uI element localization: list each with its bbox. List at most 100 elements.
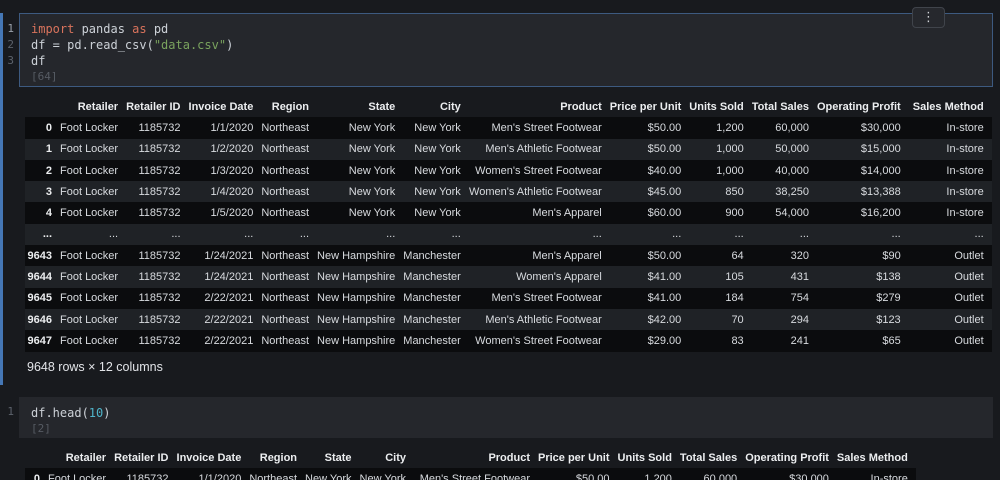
table-cell: Manchester	[403, 334, 461, 347]
code-token: df = pd.read_csv(	[31, 38, 154, 52]
table-cell: ...	[451, 228, 461, 241]
table-cell: 1185732	[138, 121, 181, 134]
execution-count-1: [64]	[31, 70, 58, 83]
dataframe-shape-summary: 9648 rows × 12 columns	[27, 360, 163, 374]
table-cell: 850	[725, 185, 744, 198]
code-editor-2[interactable]: df.head(10)	[20, 398, 992, 421]
table-cell: Men's Apparel	[532, 207, 602, 220]
code-cell-2[interactable]: df.head(10) [2]	[19, 397, 993, 438]
table-cell: 1/24/2021	[204, 249, 254, 262]
line-number: 1	[7, 22, 14, 35]
table-cell: 754	[790, 292, 809, 305]
table-cell: 900	[725, 207, 744, 220]
table-cell: New York	[414, 121, 461, 134]
column-header: Retailer	[77, 100, 119, 113]
table-cell: 1185732	[138, 292, 181, 305]
row-index: 9644	[27, 271, 52, 284]
line-number: 1	[7, 405, 14, 418]
column-header: Sales Method	[836, 451, 908, 464]
dataframe-table-1: Retailer Retailer ID Invoice Date Region Sta…	[25, 96, 992, 352]
table-cell: 60,000	[775, 121, 809, 134]
table-cell: $138	[876, 271, 901, 284]
column-header: Units Sold	[617, 451, 672, 464]
table-cell: In-store	[946, 207, 984, 220]
table-cell: 184	[725, 292, 744, 305]
table-cell: $279	[876, 292, 901, 305]
column-header: Product	[560, 100, 602, 113]
table-cell: New Hampshire	[317, 292, 396, 305]
table-cell: ...	[592, 228, 602, 241]
table-cell: 1,000	[716, 164, 744, 177]
table-cell: Foot Locker	[60, 143, 119, 156]
table-header-row: Retailer Retailer ID Invoice Date Region Sta…	[25, 447, 916, 468]
table-cell: Northeast	[261, 292, 310, 305]
table-row: 4 Foot Locker 1185732 1/5/2020 Northeast New …	[25, 202, 992, 224]
table-cell: 83	[731, 334, 744, 347]
table-cell: Foot Locker	[60, 207, 119, 220]
table-cell: Women's Athletic Footwear	[469, 185, 602, 198]
column-header: Retailer ID	[126, 100, 181, 113]
cell-menu-button[interactable]: ⋮	[912, 7, 945, 28]
table-cell: 1185732	[138, 164, 181, 177]
table-cell: 1/1/2020	[210, 121, 254, 134]
table-row: 1 Foot Locker 1185732 1/2/2020 Northeast New …	[25, 138, 992, 160]
code-token: )	[226, 38, 234, 52]
column-header: Total Sales	[679, 451, 738, 464]
table-cell: Northeast	[261, 121, 310, 134]
table-cell: Manchester	[403, 313, 461, 326]
table-cell: New Hampshire	[317, 334, 396, 347]
table-cell: Foot Locker	[60, 313, 119, 326]
table-row: .......................................	[25, 223, 992, 246]
table-cell: New York	[414, 143, 461, 156]
table-cell: Men's Street Footwear	[491, 121, 602, 134]
table-header-row: Retailer Retailer ID Invoice Date Region Sta…	[25, 447, 916, 468]
table-cell: 1185732	[138, 271, 181, 284]
table-cell: 1,000	[716, 143, 744, 156]
column-header: Retailer ID	[114, 451, 169, 464]
table-cell: 64	[731, 249, 744, 262]
table-cell: $50.00	[647, 121, 682, 134]
table-cell: Northeast	[261, 185, 310, 198]
table-cell: $90	[882, 249, 901, 262]
code-token: "data.csv"	[153, 38, 227, 52]
table-cell: 1/3/2020	[210, 164, 254, 177]
code-editor-1[interactable]: import pandas as pd df = pd.read_csv("dat…	[20, 14, 992, 69]
table-cell: New Hampshire	[317, 271, 396, 284]
line-number-gutter-2: 1	[0, 404, 14, 420]
table-cell: Outlet	[954, 249, 984, 262]
table-cell: Outlet	[954, 271, 984, 284]
column-header	[25, 96, 60, 117]
table-row: 9647 Foot Locker 1185732 2/22/2021 Northeast…	[25, 330, 992, 352]
table-cell: $65	[882, 334, 901, 347]
table-cell: $50.00	[647, 143, 682, 156]
table-cell: Foot Locker	[60, 164, 119, 177]
column-header: Operating Profit	[745, 451, 829, 464]
code-line: import pandas as pd	[31, 21, 992, 37]
table-cell: New Hampshire	[317, 313, 396, 326]
table-cell: ...	[171, 228, 181, 241]
column-header: Units Sold	[689, 100, 744, 113]
table-cell: 1185732	[138, 334, 181, 347]
row-index: 9647	[27, 334, 52, 347]
table-row: 9646 Foot Locker 1185732 2/22/2021 Northeast…	[25, 308, 992, 331]
table-cell: 1/1/2020	[198, 472, 242, 480]
code-cell-1[interactable]: import pandas as pd df = pd.read_csv("dat…	[19, 13, 993, 87]
column-header: Region	[259, 451, 298, 464]
table-cell: 1185732	[138, 249, 181, 262]
table-cell: ...	[974, 228, 984, 241]
row-index: ...	[42, 228, 52, 241]
table-cell: 1185732	[126, 472, 169, 480]
column-header: Region	[271, 100, 310, 113]
table-cell: Foot Locker	[60, 271, 119, 284]
table-cell: Men's Street Footwear	[491, 292, 602, 305]
table-cell: ...	[891, 228, 901, 241]
table-cell: Foot Locker	[60, 121, 119, 134]
table-cell: $15,000	[860, 143, 901, 156]
table-cell: $60.00	[647, 207, 682, 220]
table-cell: 1/4/2020	[210, 185, 254, 198]
table-cell: New York	[348, 121, 396, 134]
table-cell: 1/5/2020	[210, 207, 254, 220]
table-cell: 1185732	[138, 185, 181, 198]
code-token: df	[31, 54, 46, 68]
row-index: 9643	[27, 249, 52, 262]
